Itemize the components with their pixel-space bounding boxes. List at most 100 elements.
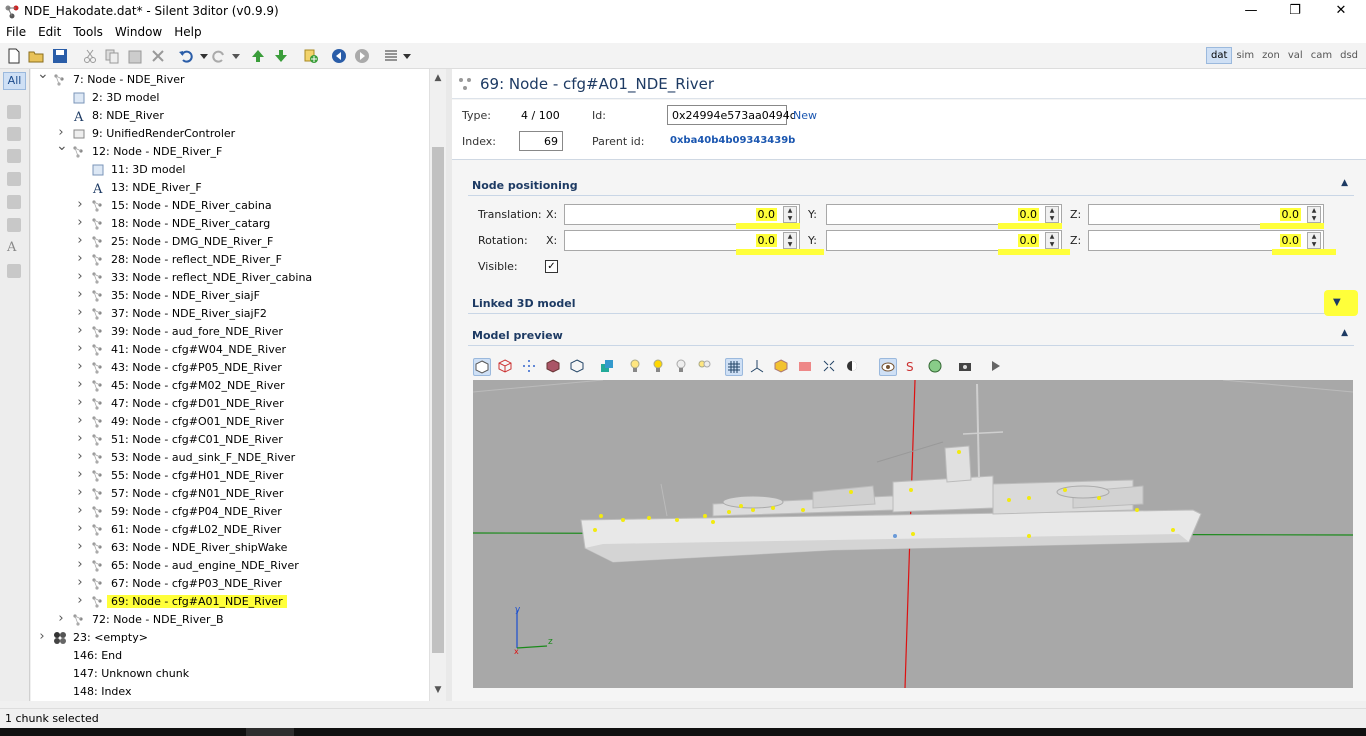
shading-dropdown-icon[interactable] xyxy=(845,358,863,376)
tree-row[interactable]: › 55: Node - cfg#H01_NDE_River xyxy=(31,467,429,485)
copy-icon[interactable] xyxy=(104,48,120,64)
box-icon[interactable] xyxy=(773,358,791,376)
minimize-button[interactable]: — xyxy=(1228,0,1274,23)
spin-icon[interactable]: ▲ ▼ xyxy=(1045,206,1059,223)
expand-arrow-icon[interactable]: › xyxy=(75,540,85,553)
filter-node-icon[interactable] xyxy=(7,105,21,119)
undo-icon[interactable] xyxy=(178,48,194,64)
tree-row[interactable]: 146: End xyxy=(31,647,429,665)
add-chunk-icon[interactable] xyxy=(303,48,319,64)
menu-window[interactable]: Window xyxy=(109,23,168,39)
expand-icon[interactable]: ▼ xyxy=(1333,297,1341,308)
chunk-tree[interactable]: ⌄ 7: Node - NDE_River 2: 3D model A 8: NDE_R… xyxy=(31,69,429,701)
tab-dat[interactable]: dat xyxy=(1206,47,1233,64)
expand-arrow-icon[interactable]: › xyxy=(75,450,85,463)
expand-arrow-icon[interactable]: › xyxy=(75,234,85,247)
tree-row[interactable]: › 63: Node - NDE_River_shipWake xyxy=(31,539,429,557)
expand-arrow-icon[interactable]: › xyxy=(75,522,85,535)
tab-dsd[interactable]: dsd xyxy=(1336,48,1362,63)
tree-row[interactable]: › 18: Node - NDE_River_catarg xyxy=(31,215,429,233)
filter-sound-icon[interactable] xyxy=(7,218,21,232)
play-icon[interactable] xyxy=(987,358,1005,376)
list-view-icon[interactable] xyxy=(383,48,399,64)
light-3-icon[interactable] xyxy=(673,358,691,376)
cut-icon[interactable] xyxy=(82,48,98,64)
filter-text-icon[interactable]: A xyxy=(7,241,21,255)
tree-row[interactable]: › 67: Node - cfg#P03_NDE_River xyxy=(31,575,429,593)
expand-arrow-icon[interactable]: › xyxy=(75,414,85,427)
collapse-arrow-icon[interactable]: ⌄ xyxy=(37,69,49,81)
tree-row[interactable]: 147: Unknown chunk xyxy=(31,665,429,683)
tree-row[interactable]: › 25: Node - DMG_NDE_River_F xyxy=(31,233,429,251)
spin-icon[interactable]: ▲ ▼ xyxy=(783,232,797,249)
tree-row[interactable]: › 41: Node - cfg#W04_NDE_River xyxy=(31,341,429,359)
light-4-icon[interactable] xyxy=(696,358,714,376)
tree-row[interactable]: › 45: Node - cfg#M02_NDE_River xyxy=(31,377,429,395)
points-icon[interactable] xyxy=(521,358,539,376)
tree-row[interactable]: A 8: NDE_River xyxy=(31,107,429,125)
tree-row[interactable]: › 59: Node - cfg#P04_NDE_River xyxy=(31,503,429,521)
expand-arrow-icon[interactable]: › xyxy=(75,270,85,283)
eye-icon[interactable] xyxy=(879,358,897,376)
expand-arrow-icon[interactable]: › xyxy=(75,504,85,517)
expand-arrow-icon[interactable]: › xyxy=(37,630,47,643)
tree-row[interactable]: ⌄ 12: Node - NDE_River_F xyxy=(31,139,429,161)
tree-row[interactable]: › 28: Node - reflect_NDE_River_F xyxy=(31,251,429,269)
node-positioning-header[interactable]: Node positioning ▲ xyxy=(468,176,1354,196)
tab-zon[interactable]: zon xyxy=(1258,48,1284,63)
filter-model-icon[interactable] xyxy=(7,127,21,141)
rotation-x-field[interactable]: 0.0 ▲ ▼ xyxy=(564,230,800,251)
bounding-box-icon[interactable] xyxy=(569,358,587,376)
expand-arrow-icon[interactable]: › xyxy=(75,396,85,409)
sound-icon[interactable]: S xyxy=(903,358,921,376)
expand-arrow-icon[interactable]: › xyxy=(75,468,85,481)
axes-icon[interactable] xyxy=(749,358,767,376)
rotation-y-field[interactable]: 0.0 ▲ ▼ xyxy=(826,230,1062,251)
solid-view-icon[interactable] xyxy=(473,358,491,376)
tree-row[interactable]: › 35: Node - NDE_River_siajF xyxy=(31,287,429,305)
filter-other-icon[interactable] xyxy=(7,264,21,278)
scroll-thumb[interactable] xyxy=(432,147,444,653)
tree-row[interactable]: › 37: Node - NDE_River_siajF2 xyxy=(31,305,429,323)
collapse-icon[interactable]: ▲ xyxy=(1341,328,1348,338)
material-icon[interactable] xyxy=(599,358,617,376)
collapse-arrow-icon[interactable]: ⌄ xyxy=(56,139,68,153)
menu-edit[interactable]: Edit xyxy=(32,23,67,39)
visible-checkbox[interactable]: ✓ xyxy=(545,260,558,273)
open-folder-icon[interactable] xyxy=(28,48,44,64)
tree-row[interactable]: › 9: UnifiedRenderControler xyxy=(31,125,429,143)
expand-arrow-icon[interactable]: › xyxy=(56,612,66,625)
tab-sim[interactable]: sim xyxy=(1232,48,1258,63)
tree-row[interactable]: › 65: Node - aud_engine_NDE_River xyxy=(31,557,429,575)
paste-icon[interactable] xyxy=(127,48,143,64)
menu-file[interactable]: File xyxy=(0,23,32,39)
model-viewport[interactable]: y z x xyxy=(473,380,1353,688)
expand-arrow-icon[interactable]: › xyxy=(75,288,85,301)
translation-x-field[interactable]: 0.0 ▲ ▼ xyxy=(564,204,800,225)
tree-scrollbar[interactable]: ▲ ▼ xyxy=(429,69,446,701)
spin-icon[interactable]: ▲ ▼ xyxy=(1045,232,1059,249)
taskbar-item[interactable] xyxy=(246,728,294,736)
tree-row[interactable]: › 57: Node - cfg#N01_NDE_River xyxy=(31,485,429,503)
move-down-icon[interactable] xyxy=(273,48,289,64)
new-id-link[interactable]: New xyxy=(793,109,817,122)
tree-row[interactable]: › 33: Node - reflect_NDE_River_cabina xyxy=(31,269,429,287)
index-field[interactable]: 69 xyxy=(519,131,563,151)
expand-arrow-icon[interactable]: › xyxy=(75,252,85,265)
textured-icon[interactable] xyxy=(545,358,563,376)
new-file-icon[interactable] xyxy=(6,48,22,64)
tree-row[interactable]: › 53: Node - aud_sink_F_NDE_River xyxy=(31,449,429,467)
filter-texture-icon[interactable] xyxy=(7,172,21,186)
back-icon[interactable] xyxy=(331,48,347,64)
model-preview-header[interactable]: Model preview ▲ xyxy=(468,326,1354,346)
expand-arrow-icon[interactable]: › xyxy=(75,342,85,355)
light-1-icon[interactable] xyxy=(627,358,645,376)
tree-row[interactable]: › 23: <empty> xyxy=(31,629,429,647)
collapse-icon[interactable]: ▲ xyxy=(1341,178,1348,188)
list-view-dropdown-icon[interactable] xyxy=(399,48,415,64)
expand-arrow-icon[interactable]: › xyxy=(75,306,85,319)
tree-row[interactable]: › 72: Node - NDE_River_B xyxy=(31,611,429,629)
tree-row[interactable]: 11: 3D model xyxy=(31,161,429,179)
expand-arrow-icon[interactable]: › xyxy=(75,198,85,211)
translation-z-field[interactable]: 0.0 ▲ ▼ xyxy=(1088,204,1324,225)
